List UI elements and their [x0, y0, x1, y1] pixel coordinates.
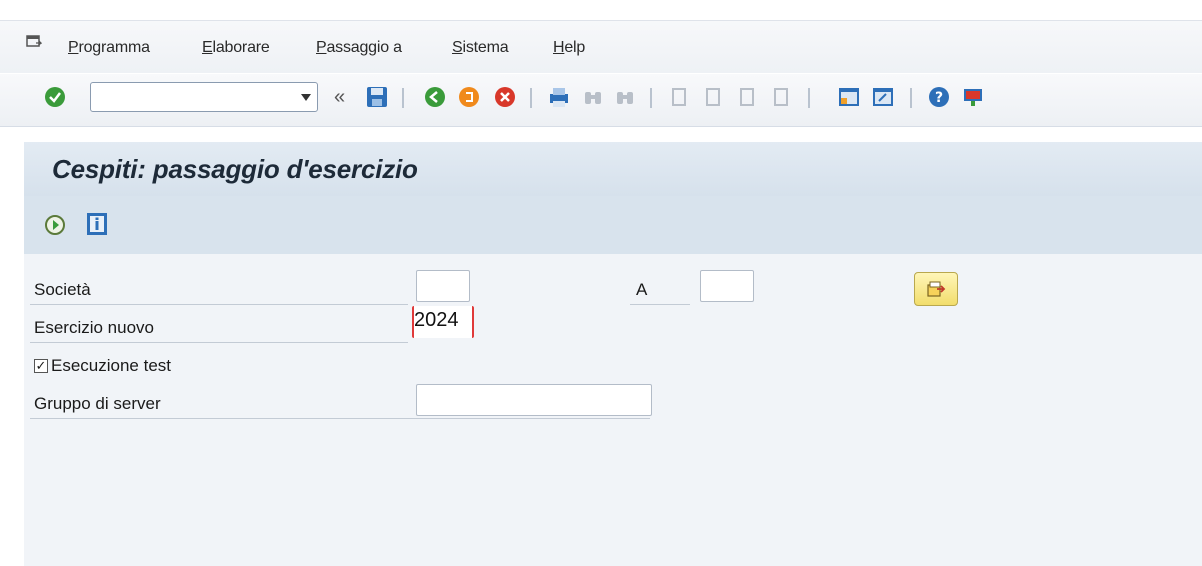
customize-layout-icon[interactable]	[962, 86, 984, 108]
standard-toolbar: « ?	[0, 74, 1202, 127]
server-group-label: Gruppo di server	[34, 394, 161, 413]
page-title: Cespiti: passaggio d'esercizio	[52, 154, 418, 184]
info-icon[interactable]	[86, 212, 108, 236]
print-icon[interactable]	[548, 86, 570, 108]
new-session-icon[interactable]	[838, 86, 860, 108]
esercizio-input[interactable]: 2024	[412, 306, 474, 338]
separator	[402, 88, 404, 108]
last-page-icon[interactable]	[770, 86, 792, 108]
multiple-selection-icon	[927, 281, 946, 297]
row-divider	[630, 304, 690, 305]
separator	[910, 88, 912, 108]
societa-from-input[interactable]	[416, 270, 470, 302]
row-divider	[30, 418, 650, 419]
shortcut-icon[interactable]	[872, 86, 894, 108]
first-page-icon[interactable]	[668, 86, 690, 108]
execute-icon[interactable]	[44, 214, 66, 236]
esercizio-label: Esercizio nuovo	[34, 318, 155, 337]
multiple-selection-button[interactable]	[914, 272, 958, 306]
enter-check-icon[interactable]	[44, 86, 66, 108]
main-content: Cespiti: passaggio d'esercizio Società A	[24, 142, 1202, 566]
societa-to-input[interactable]	[700, 270, 754, 302]
separator	[808, 88, 810, 108]
menu-elaborare[interactable]: Elaborare	[202, 39, 270, 57]
menu-passaggio-a[interactable]: Passaggio a	[316, 39, 402, 57]
separator	[530, 88, 532, 108]
application-toolbar	[24, 196, 1202, 254]
to-label: A	[636, 280, 648, 299]
selection-form: Società A Esercizio nuovo 2024 ✓ Esecuzi…	[24, 254, 1202, 566]
exit-icon[interactable]	[458, 86, 480, 108]
menu-programma[interactable]: Programma	[68, 39, 150, 57]
help-icon[interactable]: ?	[928, 86, 950, 108]
menu-window-icon[interactable]	[26, 35, 42, 48]
title-bar: Cespiti: passaggio d'esercizio	[24, 142, 1202, 196]
back-icon[interactable]	[424, 86, 446, 108]
row-divider	[30, 342, 408, 343]
svg-text:?: ?	[935, 90, 943, 106]
find-next-icon[interactable]	[614, 86, 636, 108]
separator	[650, 88, 652, 108]
find-icon[interactable]	[582, 86, 604, 108]
command-field[interactable]	[90, 82, 318, 112]
menu-sistema[interactable]: Sistema	[452, 39, 509, 57]
test-run-checkbox[interactable]: ✓	[34, 359, 48, 373]
chevron-down-icon[interactable]	[301, 94, 311, 101]
server-group-input[interactable]	[416, 384, 652, 416]
menu-help[interactable]: Help	[553, 39, 585, 57]
collapse-icon[interactable]: «	[334, 86, 345, 109]
test-run-label: Esecuzione test	[51, 356, 172, 375]
societa-label: Società	[34, 280, 91, 299]
menu-bar: Programma Elaborare Passaggio a Sistema …	[0, 20, 1202, 73]
row-divider	[30, 304, 408, 305]
cancel-icon[interactable]	[494, 86, 516, 108]
save-icon[interactable]	[366, 86, 388, 108]
next-page-icon[interactable]	[736, 86, 758, 108]
previous-page-icon[interactable]	[702, 86, 724, 108]
